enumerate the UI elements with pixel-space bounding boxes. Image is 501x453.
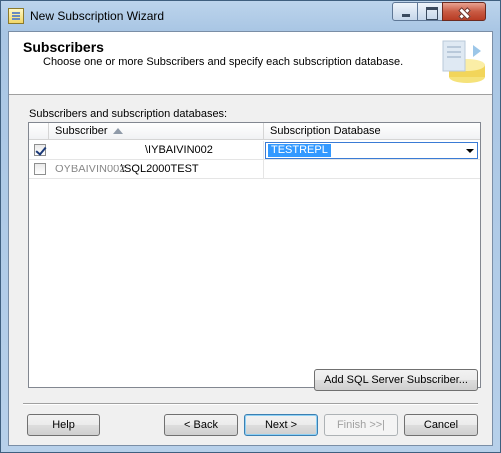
redacted-server-name: [53, 146, 143, 155]
close-button[interactable]: [442, 2, 486, 21]
page-title: Subscribers: [23, 39, 104, 55]
subscription-database-value: TESTREPL: [268, 144, 331, 157]
finish-button[interactable]: Finish >>|: [324, 414, 398, 436]
title-bar[interactable]: New Subscription Wizard: [1, 1, 500, 31]
subscription-database-cell[interactable]: TESTREPL: [264, 141, 480, 160]
subscriber-cell[interactable]: \IYBAIVIN002: [49, 141, 264, 160]
back-button[interactable]: < Back: [164, 414, 238, 436]
subscriber-name: \IYBAIVIN002: [145, 144, 213, 156]
window-title: New Subscription Wizard: [30, 9, 165, 23]
wizard-app-icon: [8, 8, 24, 24]
subscription-database-dropdown[interactable]: TESTREPL: [265, 142, 478, 159]
page-subtitle: Choose one or more Subscribers and speci…: [43, 56, 404, 68]
column-header-check[interactable]: [29, 123, 49, 140]
help-button[interactable]: Help: [27, 414, 100, 436]
sort-ascending-icon: [113, 128, 123, 134]
button-separator: [23, 403, 478, 405]
table-row[interactable]: OYBAIVIN002 \SQL2000TEST: [29, 160, 480, 179]
table-row[interactable]: \IYBAIVIN002 TESTREPL: [29, 141, 480, 160]
subscriber-name: \SQL2000TEST: [121, 163, 199, 175]
wizard-client-area: Subscribers Choose one or more Subscribe…: [8, 31, 493, 446]
column-header-subscriber[interactable]: Subscriber: [49, 123, 264, 140]
subscriber-cell[interactable]: OYBAIVIN002 \SQL2000TEST: [49, 160, 264, 179]
wizard-window: New Subscription Wizard Subscribers Choo…: [0, 0, 501, 453]
subscriber-checkbox[interactable]: [34, 144, 46, 156]
database-wizard-icon: [442, 40, 485, 83]
subscription-database-cell[interactable]: [264, 160, 480, 179]
subscriber-checkbox[interactable]: [34, 163, 46, 175]
subscribers-grid: Subscriber Subscription Database \IYBAIV…: [28, 122, 481, 388]
chevron-down-icon[interactable]: [466, 149, 474, 153]
subscribers-list-label: Subscribers and subscription databases:: [29, 108, 228, 120]
redacted-server-name: OYBAIVIN002: [55, 163, 126, 175]
grid-header: Subscriber Subscription Database: [29, 123, 480, 140]
minimize-button[interactable]: [392, 2, 418, 21]
column-header-subscriber-label: Subscriber: [55, 125, 108, 137]
wizard-header: Subscribers Choose one or more Subscribe…: [9, 32, 492, 95]
maximize-button[interactable]: [417, 2, 443, 21]
next-button[interactable]: Next >: [244, 414, 318, 436]
add-sql-server-subscriber-button[interactable]: Add SQL Server Subscriber...: [314, 369, 478, 391]
cancel-button[interactable]: Cancel: [404, 414, 478, 436]
column-header-subscription-database[interactable]: Subscription Database: [264, 123, 480, 140]
